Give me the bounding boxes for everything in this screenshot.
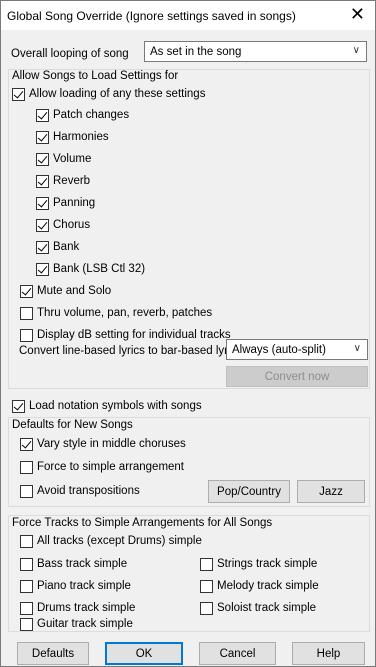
bank-lsb-label: Bank (LSB Ctl 32) xyxy=(53,263,146,275)
checkbox-box xyxy=(36,240,49,254)
display-db-checkbox[interactable]: Display dB setting for individual tracks xyxy=(20,328,231,342)
melody-track-checkbox[interactable]: Melody track simple xyxy=(200,579,319,593)
reverb-label: Reverb xyxy=(53,175,91,187)
checkbox-box xyxy=(36,218,49,232)
vary-style-checkbox[interactable]: Vary style in middle choruses xyxy=(20,437,186,451)
title-bar: Global Song Override (Ignore settings sa… xyxy=(1,1,375,30)
piano-track-label: Piano track simple xyxy=(37,580,131,592)
volume-label: Volume xyxy=(53,153,92,165)
looping-select[interactable]: As set in the song ∨ xyxy=(144,41,367,62)
looping-label: Overall looping of song xyxy=(11,48,129,60)
convert-lyrics-select[interactable]: Always (auto-split) ∨ xyxy=(226,339,368,360)
checkbox-box xyxy=(12,399,25,413)
checkbox-box xyxy=(20,617,33,631)
checkbox-box xyxy=(20,484,33,498)
force-simple-checkbox[interactable]: Force to simple arrangement xyxy=(20,460,184,474)
piano-track-checkbox[interactable]: Piano track simple xyxy=(20,579,131,593)
checkbox-box xyxy=(36,152,49,166)
checkbox-box xyxy=(20,601,33,615)
melody-track-label: Melody track simple xyxy=(217,580,319,592)
checkbox-box xyxy=(20,306,33,320)
looping-select-value: As set in the song xyxy=(150,45,242,58)
bank-checkbox[interactable]: Bank xyxy=(36,240,79,254)
avoid-transpositions-checkbox[interactable]: Avoid transpositions xyxy=(20,484,140,498)
chevron-down-icon: ∨ xyxy=(353,343,361,354)
harmonies-label: Harmonies xyxy=(53,131,109,143)
patch-changes-label: Patch changes xyxy=(53,109,130,121)
ok-button[interactable]: OK xyxy=(105,642,183,665)
bass-track-checkbox[interactable]: Bass track simple xyxy=(20,557,127,571)
drums-track-checkbox[interactable]: Drums track simple xyxy=(20,601,135,615)
harmonies-checkbox[interactable]: Harmonies xyxy=(36,130,109,144)
allow-group-title: Allow Songs to Load Settings for xyxy=(12,70,179,82)
checkbox-box xyxy=(36,130,49,144)
strings-track-label: Strings track simple xyxy=(217,558,318,570)
load-notation-checkbox[interactable]: Load notation symbols with songs xyxy=(12,399,202,413)
checkbox-box xyxy=(20,579,33,593)
allow-all-checkbox[interactable]: Allow loading of any these settings xyxy=(12,87,205,101)
checkbox-box xyxy=(36,262,49,276)
strings-track-checkbox[interactable]: Strings track simple xyxy=(200,557,317,571)
soloist-track-label: Soloist track simple xyxy=(217,602,317,614)
checkbox-box xyxy=(20,284,33,298)
convert-lyrics-label: Convert line-based lyrics to bar-based l… xyxy=(19,345,243,357)
display-db-label: Display dB setting for individual tracks xyxy=(37,329,231,341)
convert-now-button[interactable]: Convert now xyxy=(226,366,368,387)
close-icon[interactable]: ✕ xyxy=(350,4,365,24)
cancel-button[interactable]: Cancel xyxy=(199,642,276,665)
all-tracks-simple-label: All tracks (except Drums) simple xyxy=(37,535,202,547)
chorus-checkbox[interactable]: Chorus xyxy=(36,218,90,232)
allow-all-label: Allow loading of any these settings xyxy=(29,88,206,100)
checkbox-box xyxy=(200,601,213,615)
thru-volume-checkbox[interactable]: Thru volume, pan, reverb, patches xyxy=(20,306,212,320)
soloist-track-checkbox[interactable]: Soloist track simple xyxy=(200,601,316,615)
patch-changes-checkbox[interactable]: Patch changes xyxy=(36,108,129,122)
drums-track-label: Drums track simple xyxy=(37,602,136,614)
dialog-window: Global Song Override (Ignore settings sa… xyxy=(0,0,376,667)
checkbox-box xyxy=(36,174,49,188)
thru-volume-label: Thru volume, pan, reverb, patches xyxy=(37,307,213,319)
defaults-group-title: Defaults for New Songs xyxy=(12,419,133,431)
convert-lyrics-value: Always (auto-split) xyxy=(232,343,326,356)
vary-style-label: Vary style in middle choruses xyxy=(37,438,186,450)
panning-label: Panning xyxy=(53,197,96,209)
help-button[interactable]: Help xyxy=(292,642,365,665)
volume-checkbox[interactable]: Volume xyxy=(36,152,91,166)
guitar-track-label: Guitar track simple xyxy=(37,618,133,630)
load-notation-label: Load notation symbols with songs xyxy=(29,400,202,412)
reverb-checkbox[interactable]: Reverb xyxy=(36,174,90,188)
chorus-label: Chorus xyxy=(53,219,91,231)
mute-solo-checkbox[interactable]: Mute and Solo xyxy=(20,284,111,298)
chevron-down-icon: ∨ xyxy=(352,45,360,56)
checkbox-box xyxy=(20,534,33,548)
defaults-button[interactable]: Defaults xyxy=(17,642,89,665)
jazz-button[interactable]: Jazz xyxy=(297,480,365,503)
bank-label: Bank xyxy=(53,241,80,253)
bass-track-label: Bass track simple xyxy=(37,558,128,570)
checkbox-box xyxy=(36,196,49,210)
force-simple-label: Force to simple arrangement xyxy=(37,461,185,473)
checkbox-box xyxy=(20,437,33,451)
guitar-track-checkbox[interactable]: Guitar track simple xyxy=(20,617,133,631)
mute-solo-label: Mute and Solo xyxy=(37,285,112,297)
window-title: Global Song Override (Ignore settings sa… xyxy=(7,9,296,23)
pop-country-button[interactable]: Pop/Country xyxy=(208,480,290,503)
bank-lsb-checkbox[interactable]: Bank (LSB Ctl 32) xyxy=(36,262,145,276)
checkbox-box xyxy=(20,328,33,342)
checkbox-box xyxy=(20,557,33,571)
avoid-transpositions-label: Avoid transpositions xyxy=(37,485,140,497)
panning-checkbox[interactable]: Panning xyxy=(36,196,95,210)
checkbox-box xyxy=(20,460,33,474)
checkbox-box xyxy=(36,108,49,122)
checkbox-box xyxy=(200,557,213,571)
force-tracks-group-title: Force Tracks to Simple Arrangements for … xyxy=(12,517,273,529)
checkbox-box xyxy=(200,579,213,593)
all-tracks-simple-checkbox[interactable]: All tracks (except Drums) simple xyxy=(20,534,202,548)
checkbox-box xyxy=(12,87,25,101)
